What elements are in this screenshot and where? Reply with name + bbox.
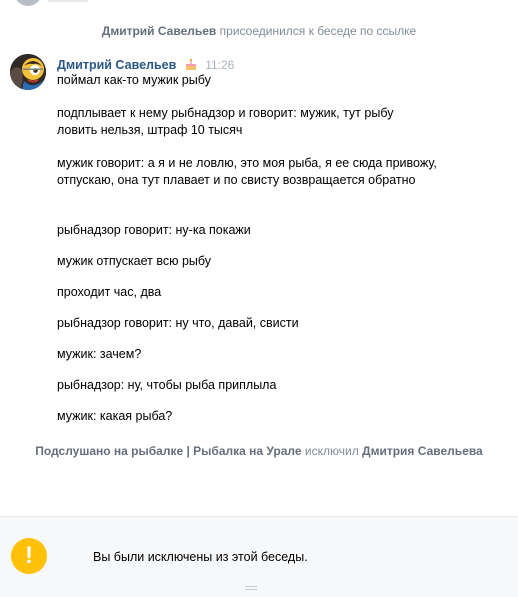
service-message-kick: Подслушано на рыбалке | Рыбалка на Урале… bbox=[0, 444, 518, 458]
warning-icon: ! bbox=[11, 538, 47, 574]
message-line: мужик: какая рыба? bbox=[57, 409, 173, 423]
previous-message-text bbox=[48, 0, 88, 2]
message-line: рыбнадзор: ну, чтобы рыба приплыла bbox=[57, 378, 277, 392]
avatar[interactable] bbox=[10, 54, 46, 90]
service-message-join: Дмитрий Савельев присоединился к беседе … bbox=[0, 24, 518, 38]
avatar-image bbox=[10, 54, 46, 90]
service-target-link[interactable]: Дмитрия Савельева bbox=[362, 444, 483, 458]
service-actor-link[interactable]: Дмитрий Савельев bbox=[102, 24, 217, 38]
composer-panel: ! Вы были исключены из этой беседы. bbox=[0, 517, 518, 597]
author-name[interactable]: Дмитрий Савельев bbox=[57, 58, 176, 72]
message-line: рыбнадзор говорит: ну что, давай, свисти bbox=[57, 316, 299, 330]
service-actor-link[interactable]: Подслушано на рыбалке | Рыбалка на Урале bbox=[35, 444, 301, 458]
message-line: рыбнадзор говорит: ну-ка покажи bbox=[57, 223, 251, 237]
service-join-text: присоединился к беседе по ссылке bbox=[219, 24, 417, 38]
message-line: проходит час, два bbox=[57, 285, 162, 299]
previous-message-avatar bbox=[14, 0, 42, 6]
resize-handle-icon[interactable] bbox=[245, 586, 257, 591]
message-line: поймал как-то мужик рыбу bbox=[57, 73, 211, 87]
message-line: мужик говорит: а я и не ловлю, это моя р… bbox=[57, 156, 437, 187]
message-time[interactable]: 11:26 bbox=[205, 58, 234, 72]
service-kick-text: исключил bbox=[304, 444, 359, 458]
message-line: мужик отпускает всю рыбу bbox=[57, 254, 212, 268]
kicked-notice: Вы были исключены из этой беседы. bbox=[93, 550, 308, 564]
message-line: мужик: зачем? bbox=[57, 347, 142, 361]
message-line: подплывает к нему рыбнадзор и говорит: м… bbox=[57, 106, 394, 137]
